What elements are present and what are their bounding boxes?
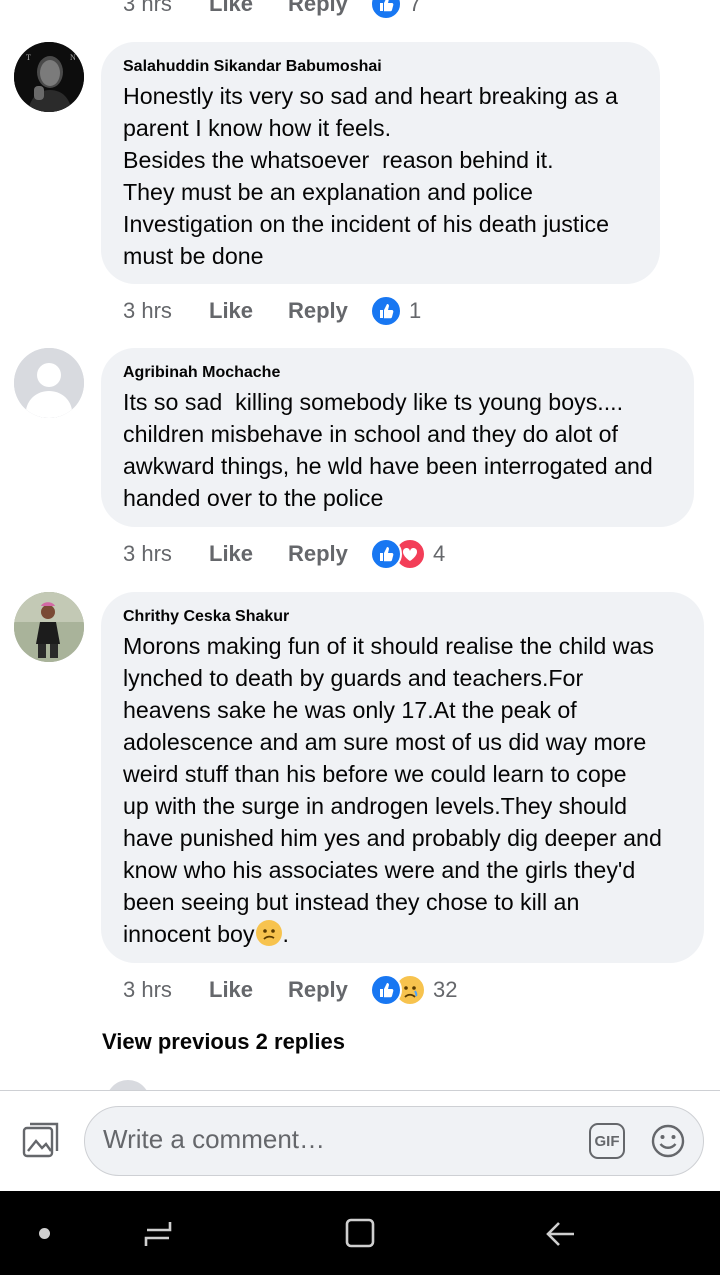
like-button[interactable]: Like xyxy=(209,977,288,1003)
comment-time: 3 hrs xyxy=(123,0,172,16)
comment-meta-partial: 3 hrs Like Reply 7 xyxy=(123,0,421,22)
comment-text-end: . xyxy=(282,921,289,947)
comment-bubble[interactable]: Chrithy Ceska Shakur Morons making fun o… xyxy=(101,592,704,963)
reply-button[interactable]: Reply xyxy=(288,977,370,1003)
recent-apps-icon[interactable] xyxy=(142,1218,174,1250)
like-button[interactable]: Like xyxy=(209,0,288,17)
comment-meta: 3 hrs Like Reply 1 xyxy=(123,293,421,329)
comment-meta: 3 hrs Like Reply 32 xyxy=(123,972,457,1008)
comment-author[interactable]: Agribinah Mochache xyxy=(123,362,672,384)
comment-text: Morons making fun of it should realise t… xyxy=(123,630,682,950)
comment-bubble[interactable]: Salahuddin Sikandar Babumoshai Honestly … xyxy=(101,42,660,284)
view-previous-replies-link[interactable]: View previous 2 replies xyxy=(102,1029,345,1055)
comment-text: Honestly its very so sad and heart break… xyxy=(123,83,618,269)
photo-icon[interactable] xyxy=(22,1122,60,1160)
reaction-count[interactable]: 7 xyxy=(409,0,421,17)
svg-text:N: N xyxy=(70,53,76,62)
person-photo-icon: T N xyxy=(14,42,84,112)
comment-author[interactable]: Salahuddin Sikandar Babumoshai xyxy=(123,56,638,78)
like-button[interactable]: Like xyxy=(209,541,288,567)
reaction-count[interactable]: 4 xyxy=(433,541,445,567)
reaction-count[interactable]: 1 xyxy=(409,298,421,324)
like-button[interactable]: Like xyxy=(209,298,288,324)
comment-author[interactable]: Chrithy Ceska Shakur xyxy=(123,606,682,628)
avatar[interactable]: T N xyxy=(14,42,84,112)
confused-face-emoji-icon xyxy=(255,919,283,947)
dot-icon[interactable] xyxy=(39,1228,50,1239)
emoji-icon[interactable] xyxy=(650,1123,686,1159)
comment-text: Its so sad killing somebody like ts youn… xyxy=(123,389,653,511)
system-navigation-bar xyxy=(0,1191,720,1275)
default-avatar-icon xyxy=(14,348,84,418)
reply-button[interactable]: Reply xyxy=(288,298,370,324)
like-reaction-icon[interactable] xyxy=(370,0,402,20)
reaction-count[interactable]: 32 xyxy=(433,977,457,1003)
home-icon[interactable] xyxy=(344,1217,376,1249)
reply-button[interactable]: Reply xyxy=(288,541,370,567)
comment-bubble[interactable]: Agribinah Mochache Its so sad killing so… xyxy=(101,348,694,527)
reply-button[interactable]: Reply xyxy=(288,0,370,17)
comment-meta: 3 hrs Like Reply 4 xyxy=(123,536,445,572)
comment-time: 3 hrs xyxy=(123,298,172,323)
comment-time: 3 hrs xyxy=(123,977,172,1002)
like-reaction-icon[interactable] xyxy=(370,974,402,1006)
gif-label: GIF xyxy=(594,1132,620,1150)
like-reaction-icon[interactable] xyxy=(370,295,402,327)
comment-input-placeholder[interactable]: Write a comment… xyxy=(103,1124,325,1155)
comment-time: 3 hrs xyxy=(123,541,172,566)
svg-text:T: T xyxy=(26,53,31,62)
like-reaction-icon[interactable] xyxy=(370,538,402,570)
comment-text-main: Morons making fun of it should realise t… xyxy=(123,633,662,947)
avatar[interactable] xyxy=(14,592,84,662)
back-icon[interactable] xyxy=(545,1218,577,1250)
gif-button[interactable]: GIF xyxy=(589,1123,625,1159)
avatar[interactable] xyxy=(14,348,84,418)
person-photo-icon xyxy=(14,592,84,662)
